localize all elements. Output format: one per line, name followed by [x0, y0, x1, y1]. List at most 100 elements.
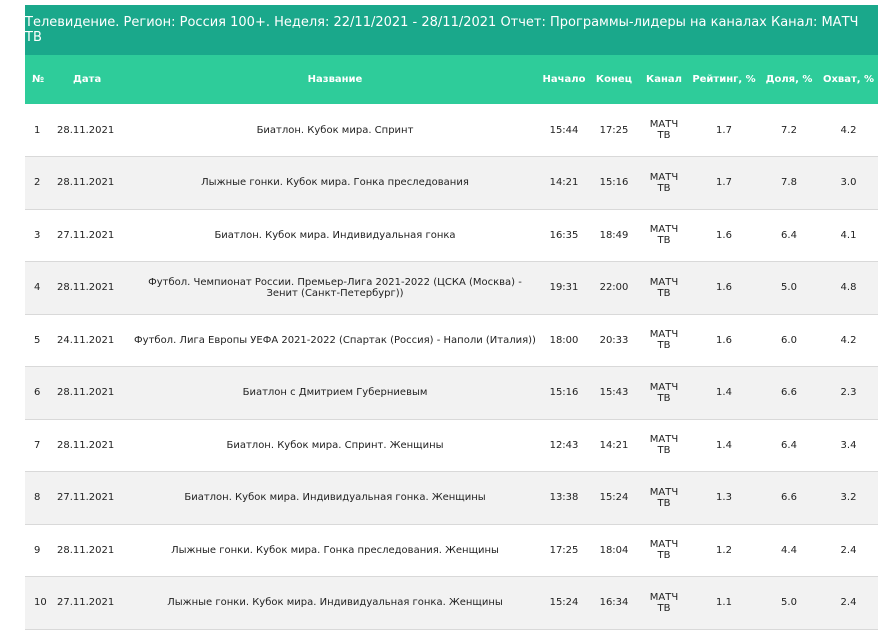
- cell-num: 2: [25, 156, 51, 210]
- cell-date: 28.11.2021: [51, 104, 131, 157]
- cell-channel: МАТЧ ТВ: [639, 209, 689, 262]
- cell-date: 28.11.2021: [51, 261, 131, 315]
- cell-end-time: 15:16: [589, 156, 639, 210]
- cell-end-time: 14:21: [589, 419, 639, 472]
- table-row: 10 27.11.2021 Лыжные гонки. Кубок мира. Ин…: [25, 576, 878, 630]
- table-row: 1 28.11.2021 Биатлон. Кубок мира. Спринт 15…: [25, 104, 878, 157]
- cell-rating: 1.6: [689, 261, 759, 315]
- cell-channel: МАТЧ ТВ: [639, 576, 689, 630]
- table-row: 3 27.11.2021 Биатлон. Кубок мира. Индивиду…: [25, 209, 878, 262]
- cell-start-time: 17:25: [539, 524, 589, 577]
- cell-end-time: 15:24: [589, 471, 639, 525]
- cell-share: 6.4: [759, 419, 819, 472]
- cell-share: 7.8: [759, 156, 819, 210]
- col-header-reach[interactable]: Охват, %: [819, 55, 878, 104]
- cell-num: 6: [25, 366, 51, 420]
- report-title: Телевидение. Регион: Россия 100+. Неделя…: [25, 5, 878, 55]
- cell-reach: 2.4: [819, 576, 878, 630]
- cell-start-time: 14:21: [539, 156, 589, 210]
- cell-date: 28.11.2021: [51, 156, 131, 210]
- cell-share: 6.4: [759, 209, 819, 262]
- cell-channel: МАТЧ ТВ: [639, 261, 689, 315]
- cell-channel: МАТЧ ТВ: [639, 471, 689, 525]
- cell-share: 5.0: [759, 261, 819, 315]
- cell-program-name: Биатлон. Кубок мира. Индивидуальная гонк…: [131, 471, 539, 525]
- cell-reach: 3.0: [819, 156, 878, 210]
- cell-channel: МАТЧ ТВ: [639, 156, 689, 210]
- table-row: 4 28.11.2021 Футбол. Чемпионат России. Пре…: [25, 261, 878, 315]
- col-header-end[interactable]: Конец: [589, 55, 639, 104]
- report-container: Телевидение. Регион: Россия 100+. Неделя…: [25, 5, 878, 630]
- cell-num: 8: [25, 471, 51, 525]
- table-row: 9 28.11.2021 Лыжные гонки. Кубок мира. Гон…: [25, 524, 878, 577]
- col-header-num[interactable]: №: [25, 55, 51, 104]
- cell-start-time: 15:16: [539, 366, 589, 420]
- cell-num: 7: [25, 419, 51, 472]
- cell-share: 5.0: [759, 576, 819, 630]
- table-row: 6 28.11.2021 Биатлон с Дмитрием Губерниевы…: [25, 366, 878, 420]
- cell-channel: МАТЧ ТВ: [639, 314, 689, 367]
- cell-channel: МАТЧ ТВ: [639, 419, 689, 472]
- cell-program-name: Биатлон. Кубок мира. Спринт: [131, 104, 539, 157]
- cell-reach: 2.3: [819, 366, 878, 420]
- cell-reach: 4.2: [819, 314, 878, 367]
- col-header-start[interactable]: Начало: [539, 55, 589, 104]
- cell-date: 28.11.2021: [51, 419, 131, 472]
- cell-reach: 2.4: [819, 524, 878, 577]
- cell-program-name: Биатлон. Кубок мира. Спринт. Женщины: [131, 419, 539, 472]
- cell-program-name: Лыжные гонки. Кубок мира. Индивидуальная…: [131, 576, 539, 630]
- col-header-rating[interactable]: Рейтинг, %: [689, 55, 759, 104]
- cell-rating: 1.4: [689, 366, 759, 420]
- cell-start-time: 16:35: [539, 209, 589, 262]
- cell-num: 5: [25, 314, 51, 367]
- cell-program-name: Лыжные гонки. Кубок мира. Гонка преследо…: [131, 156, 539, 210]
- cell-rating: 1.7: [689, 104, 759, 157]
- cell-end-time: 22:00: [589, 261, 639, 315]
- cell-rating: 1.6: [689, 209, 759, 262]
- col-header-channel[interactable]: Канал: [639, 55, 689, 104]
- table-row: 7 28.11.2021 Биатлон. Кубок мира. Спринт. …: [25, 419, 878, 472]
- cell-reach: 4.1: [819, 209, 878, 262]
- cell-num: 10: [25, 576, 51, 630]
- cell-end-time: 16:34: [589, 576, 639, 630]
- cell-rating: 1.6: [689, 314, 759, 367]
- cell-end-time: 15:43: [589, 366, 639, 420]
- cell-start-time: 18:00: [539, 314, 589, 367]
- cell-channel: МАТЧ ТВ: [639, 366, 689, 420]
- cell-share: 6.6: [759, 471, 819, 525]
- cell-reach: 4.8: [819, 261, 878, 315]
- cell-rating: 1.1: [689, 576, 759, 630]
- cell-share: 6.6: [759, 366, 819, 420]
- cell-share: 7.2: [759, 104, 819, 157]
- cell-rating: 1.7: [689, 156, 759, 210]
- cell-end-time: 18:49: [589, 209, 639, 262]
- table-header-row: № Дата Название Начало Конец Канал Рейти…: [25, 55, 878, 104]
- col-header-name[interactable]: Название: [131, 55, 539, 104]
- col-header-date[interactable]: Дата: [51, 55, 131, 104]
- cell-share: 4.4: [759, 524, 819, 577]
- cell-rating: 1.4: [689, 419, 759, 472]
- cell-start-time: 15:44: [539, 104, 589, 157]
- cell-reach: 3.2: [819, 471, 878, 525]
- cell-program-name: Футбол. Чемпионат России. Премьер-Лига 2…: [131, 261, 539, 315]
- cell-channel: МАТЧ ТВ: [639, 104, 689, 157]
- cell-num: 1: [25, 104, 51, 157]
- cell-start-time: 13:38: [539, 471, 589, 525]
- cell-date: 27.11.2021: [51, 209, 131, 262]
- table-row: 2 28.11.2021 Лыжные гонки. Кубок мира. Гон…: [25, 156, 878, 210]
- col-header-share[interactable]: Доля, %: [759, 55, 819, 104]
- cell-date: 27.11.2021: [51, 576, 131, 630]
- cell-date: 27.11.2021: [51, 471, 131, 525]
- cell-program-name: Биатлон. Кубок мира. Индивидуальная гонк…: [131, 209, 539, 262]
- cell-reach: 3.4: [819, 419, 878, 472]
- cell-channel: МАТЧ ТВ: [639, 524, 689, 577]
- cell-end-time: 18:04: [589, 524, 639, 577]
- cell-reach: 4.2: [819, 104, 878, 157]
- cell-date: 24.11.2021: [51, 314, 131, 367]
- cell-share: 6.0: [759, 314, 819, 367]
- cell-end-time: 20:33: [589, 314, 639, 367]
- cell-start-time: 19:31: [539, 261, 589, 315]
- cell-end-time: 17:25: [589, 104, 639, 157]
- cell-date: 28.11.2021: [51, 366, 131, 420]
- cell-program-name: Биатлон с Дмитрием Губерниевым: [131, 366, 539, 420]
